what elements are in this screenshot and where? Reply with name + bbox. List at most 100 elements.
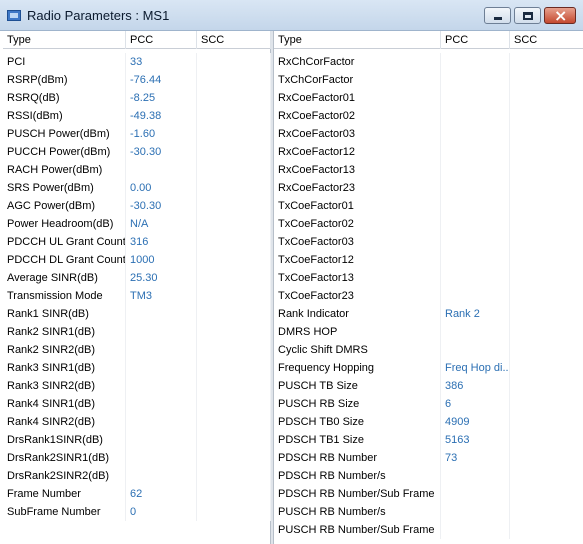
row-pcc-value	[126, 305, 197, 323]
table-row[interactable]: RSRP(dBm) -76.44	[3, 71, 271, 89]
row-scc-value	[510, 269, 583, 287]
table-row[interactable]: PDSCH RB Number 73	[274, 449, 583, 467]
header-scc[interactable]: SCC	[197, 31, 271, 49]
row-pcc-value: 1000	[126, 251, 197, 269]
table-row[interactable]: AGC Power(dBm) -30.30	[3, 197, 271, 215]
table-row[interactable]: RxChCorFactor	[274, 53, 583, 71]
table-row[interactable]: Frequency Hopping Freq Hop di...	[274, 359, 583, 377]
table-row[interactable]: RxCoeFactor12	[274, 143, 583, 161]
row-type-cell: Rank3 SINR1(dB)	[3, 359, 126, 377]
row-type-cell: SRS Power(dBm)	[3, 179, 126, 197]
table-row[interactable]: PUCCH Power(dBm) -30.30	[3, 143, 271, 161]
table-row[interactable]: RxCoeFactor03	[274, 125, 583, 143]
table-row[interactable]: PDSCH RB Number/s	[274, 467, 583, 485]
table-row[interactable]: RACH Power(dBm)	[3, 161, 271, 179]
header-pcc[interactable]: PCC	[126, 31, 197, 49]
header-pcc[interactable]: PCC	[441, 31, 510, 49]
table-row[interactable]: TxCoeFactor13	[274, 269, 583, 287]
table-row[interactable]: PUSCH RB Number/s	[274, 503, 583, 521]
table-row[interactable]: RxCoeFactor23	[274, 179, 583, 197]
row-pcc-value	[441, 215, 510, 233]
table-row[interactable]: RSSI(dBm) -49.38	[3, 107, 271, 125]
row-scc-value	[197, 269, 271, 287]
row-type-cell: RSRQ(dB)	[3, 89, 126, 107]
table-row[interactable]: Rank4 SINR2(dB)	[3, 413, 271, 431]
close-button[interactable]: ×	[544, 6, 576, 25]
table-row[interactable]: TxChCorFactor	[274, 71, 583, 89]
minimize-button[interactable]	[484, 7, 511, 24]
table-row[interactable]: TxCoeFactor12	[274, 251, 583, 269]
row-pcc-value	[441, 323, 510, 341]
table-row[interactable]: PUSCH Power(dBm) -1.60	[3, 125, 271, 143]
row-type-cell: DrsRank1SINR(dB)	[3, 431, 126, 449]
table-row[interactable]: TxCoeFactor01	[274, 197, 583, 215]
table-row[interactable]: Rank2 SINR2(dB)	[3, 341, 271, 359]
row-type-cell: DrsRank2SINR1(dB)	[3, 449, 126, 467]
table-row[interactable]: DrsRank2SINR1(dB)	[3, 449, 271, 467]
table-row[interactable]: Frame Number 62	[3, 485, 271, 503]
header-type[interactable]: Type	[3, 31, 126, 49]
table-row[interactable]: TxCoeFactor23	[274, 287, 583, 305]
row-pcc-value	[126, 467, 197, 485]
left-table-header: Type PCC SCC	[3, 31, 271, 49]
table-row[interactable]: Rank3 SINR1(dB)	[3, 359, 271, 377]
row-pcc-value: Freq Hop di...	[441, 359, 510, 377]
table-row[interactable]: PDCCH UL Grant Count 316	[3, 233, 271, 251]
table-row[interactable]: PDSCH RB Number/Sub Frame	[274, 485, 583, 503]
table-row[interactable]: Cyclic Shift DMRS	[274, 341, 583, 359]
table-row[interactable]: PUSCH RB Size 6	[274, 395, 583, 413]
row-type-cell: PUCCH Power(dBm)	[3, 143, 126, 161]
row-scc-value	[510, 215, 583, 233]
table-row[interactable]: Rank2 SINR1(dB)	[3, 323, 271, 341]
table-row[interactable]: RSRQ(dB) -8.25	[3, 89, 271, 107]
table-row[interactable]: Rank4 SINR1(dB)	[3, 395, 271, 413]
row-type-cell: TxCoeFactor23	[274, 287, 441, 305]
row-pcc-value	[441, 521, 510, 539]
table-row[interactable]: TxCoeFactor03	[274, 233, 583, 251]
table-row[interactable]: PDSCH TB0 Size 4909	[274, 413, 583, 431]
row-scc-value	[197, 413, 271, 431]
table-row[interactable]: TxCoeFactor02	[274, 215, 583, 233]
table-row[interactable]: DrsRank2SINR2(dB)	[3, 467, 271, 485]
table-row[interactable]: Transmission Mode TM3	[3, 287, 271, 305]
row-pcc-value: -30.30	[126, 143, 197, 161]
row-type-cell: Rank2 SINR1(dB)	[3, 323, 126, 341]
table-row[interactable]: RxCoeFactor13	[274, 161, 583, 179]
table-row[interactable]: Rank Indicator Rank 2	[274, 305, 583, 323]
row-pcc-value	[441, 53, 510, 71]
row-pcc-value	[441, 197, 510, 215]
table-row[interactable]: PDSCH TB1 Size 5163	[274, 431, 583, 449]
row-pcc-value	[126, 395, 197, 413]
row-scc-value	[510, 143, 583, 161]
row-type-cell: PDSCH TB1 Size	[274, 431, 441, 449]
table-row[interactable]: Average SINR(dB) 25.30	[3, 269, 271, 287]
header-type[interactable]: Type	[274, 31, 441, 49]
row-scc-value	[197, 431, 271, 449]
table-row[interactable]: RxCoeFactor02	[274, 107, 583, 125]
table-row[interactable]: SubFrame Number 0	[3, 503, 271, 521]
table-row[interactable]: Power Headroom(dB) N/A	[3, 215, 271, 233]
table-row[interactable]: PUSCH TB Size 386	[274, 377, 583, 395]
table-row[interactable]: Rank3 SINR2(dB)	[3, 377, 271, 395]
row-type-cell: Power Headroom(dB)	[3, 215, 126, 233]
title-bar: Radio Parameters : MS1 ×	[0, 0, 583, 31]
maximize-icon	[523, 12, 533, 20]
row-type-cell: TxChCorFactor	[274, 71, 441, 89]
table-row[interactable]: PUSCH RB Number/Sub Frame	[274, 521, 583, 539]
row-type-cell: Rank2 SINR2(dB)	[3, 341, 126, 359]
row-scc-value	[510, 233, 583, 251]
maximize-button[interactable]	[514, 7, 541, 24]
table-row[interactable]: PCI 33	[3, 53, 271, 71]
row-type-cell: PDCCH DL Grant Count	[3, 251, 126, 269]
table-row[interactable]: RxCoeFactor01	[274, 89, 583, 107]
table-row[interactable]: Rank1 SINR(dB)	[3, 305, 271, 323]
table-row[interactable]: DMRS HOP	[274, 323, 583, 341]
row-type-cell: Rank4 SINR2(dB)	[3, 413, 126, 431]
table-row[interactable]: PDCCH DL Grant Count 1000	[3, 251, 271, 269]
header-scc[interactable]: SCC	[510, 31, 583, 49]
row-pcc-value	[126, 161, 197, 179]
row-pcc-value: 6	[441, 395, 510, 413]
table-row[interactable]: DrsRank1SINR(dB)	[3, 431, 271, 449]
table-row[interactable]: SRS Power(dBm) 0.00	[3, 179, 271, 197]
row-scc-value	[197, 107, 271, 125]
